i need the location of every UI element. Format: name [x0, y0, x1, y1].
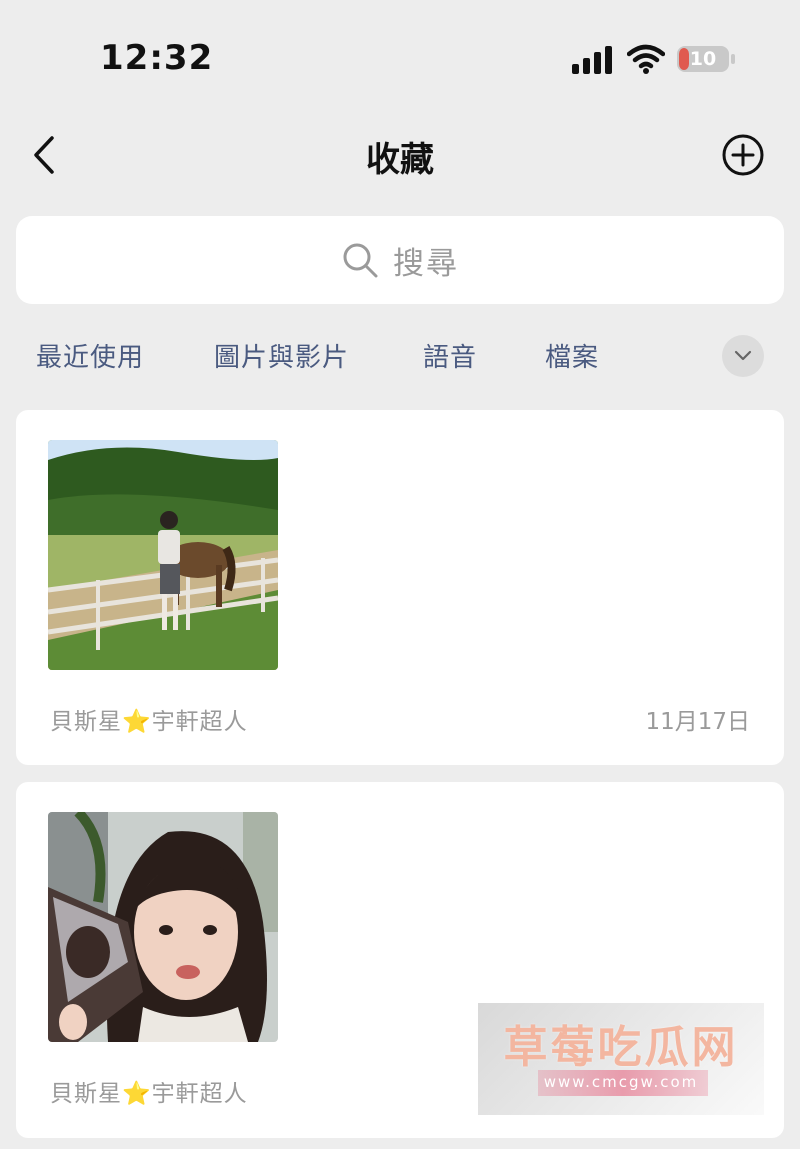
battery-level: 10	[689, 48, 717, 70]
tab-files[interactable]: 檔案	[545, 337, 599, 374]
watermark-url: www.cmcgw.com	[543, 1073, 699, 1091]
favorite-item[interactable]: 貝斯星⭐宇軒超人 11月17日	[16, 410, 784, 765]
photo-thumbnail[interactable]	[48, 812, 278, 1042]
item-source: 貝斯星⭐宇軒超人	[50, 1081, 248, 1107]
chevron-down-icon	[734, 350, 752, 361]
tab-photos-videos[interactable]: 圖片與影片	[214, 337, 349, 374]
add-icon[interactable]	[720, 132, 766, 178]
item-source: 貝斯星⭐宇軒超人	[50, 709, 248, 735]
wifi-icon	[627, 44, 665, 74]
watermark: 草莓吃瓜网 www.cmcgw.com	[478, 1003, 764, 1115]
search-input[interactable]: 搜尋	[16, 216, 784, 304]
nav-bar: 收藏	[0, 118, 800, 194]
filter-tabs: 最近使用 圖片與影片 語音 檔案	[0, 325, 800, 387]
watermark-title: 草莓吃瓜网	[503, 1022, 739, 1073]
photo-horse-farm	[48, 440, 278, 670]
status-time: 12:32	[100, 38, 214, 78]
tab-voice[interactable]: 語音	[423, 337, 477, 374]
search-icon	[343, 243, 378, 278]
photo-selfie	[48, 812, 278, 1042]
item-date: 11月17日	[645, 709, 750, 735]
tab-recent[interactable]: 最近使用	[36, 337, 144, 374]
page-title: 收藏	[366, 140, 434, 180]
status-bar: 12:32 10	[0, 0, 800, 110]
search-placeholder: 搜尋	[393, 245, 459, 282]
signal-icon	[572, 46, 612, 74]
expand-filters-button[interactable]	[722, 335, 764, 377]
item-meta: 貝斯星⭐宇軒超人 11月17日	[50, 702, 750, 738]
photo-thumbnail[interactable]	[48, 440, 278, 670]
